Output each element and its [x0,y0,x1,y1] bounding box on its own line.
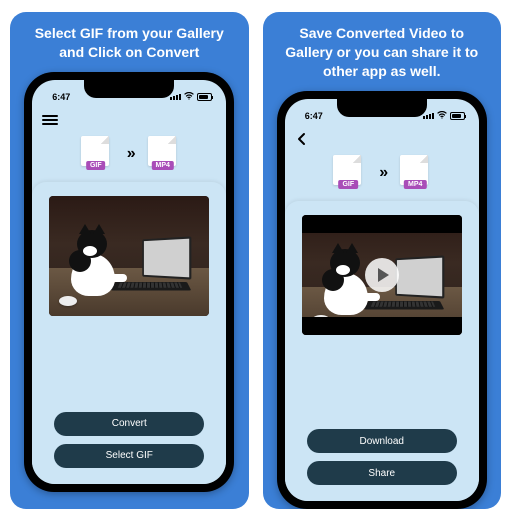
wifi-icon [437,111,447,121]
back-icon[interactable] [295,131,311,147]
gif-file-icon: GIF [333,155,363,191]
mp4-label: MP4 [152,161,174,170]
phone-frame: 6:47 GIF » [24,72,234,492]
wifi-icon [184,92,194,102]
gif-preview[interactable] [49,196,209,316]
play-icon[interactable] [365,258,399,292]
top-bar [285,127,479,151]
share-button[interactable]: Share [307,461,457,485]
promo-panel-1: Select GIF from your Gallery and Click o… [10,12,249,509]
phone-notch [337,99,427,117]
phone-frame: 6:47 GIF » [277,91,487,509]
phone-notch [84,80,174,98]
app-screen: 6:47 GIF » [285,99,479,501]
app-screen: 6:47 GIF » [32,80,226,484]
signal-icon [423,113,434,119]
download-button[interactable]: Download [307,429,457,453]
format-row: GIF » MP4 [32,132,226,182]
top-bar [32,108,226,132]
letterbox [302,215,462,233]
signal-icon [170,94,181,100]
select-gif-button[interactable]: Select GIF [54,444,204,468]
content-card: Convert Select GIF [32,182,226,484]
gif-file-icon: GIF [81,136,111,172]
gif-label: GIF [338,180,358,189]
gif-label: GIF [86,161,106,170]
convert-button[interactable]: Convert [54,412,204,436]
status-time: 6:47 [305,111,323,121]
arrow-icon: » [127,145,132,163]
panel-caption: Save Converted Video to Gallery or you c… [273,24,492,81]
mp4-label: MP4 [404,180,426,189]
mp4-file-icon: MP4 [148,136,178,172]
format-row: GIF » MP4 [285,151,479,201]
battery-icon [450,112,465,120]
battery-icon [197,93,212,101]
arrow-icon: » [379,164,384,182]
content-card: Download Share [285,201,479,501]
status-icons [170,92,212,102]
mp4-file-icon: MP4 [400,155,430,191]
status-time: 6:47 [52,92,70,102]
status-icons [423,111,465,121]
letterbox [302,317,462,335]
panel-caption: Select GIF from your Gallery and Click o… [20,24,239,62]
menu-icon[interactable] [42,112,58,128]
promo-panel-2: Save Converted Video to Gallery or you c… [263,12,502,509]
video-preview[interactable] [302,215,462,335]
